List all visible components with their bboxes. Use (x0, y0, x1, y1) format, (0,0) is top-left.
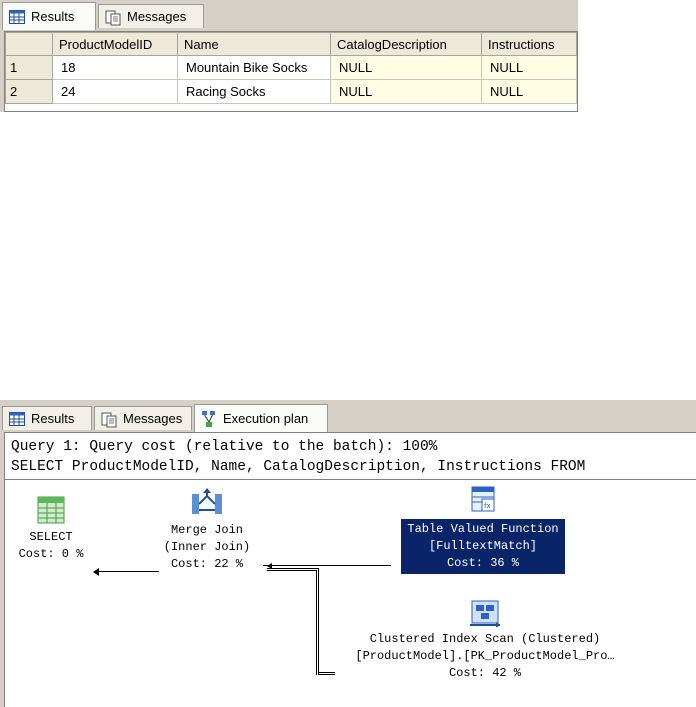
tab-messages[interactable]: Messages (98, 4, 204, 28)
execution-plan-icon (201, 410, 217, 428)
results-panel: Results Messages ProductModelID Name Cat… (0, 0, 578, 112)
merge-join-icon (190, 488, 224, 518)
node-label: Clustered Index Scan (Clustered) (369, 632, 601, 646)
grid-cell[interactable]: NULL (330, 55, 482, 80)
tab-label: Results (31, 9, 75, 24)
tab-label: Messages (127, 9, 187, 24)
node-sublabel: (Inner Join) (163, 540, 251, 554)
node-cost: Cost: 22 % (170, 557, 243, 571)
results-grid[interactable]: ProductModelID Name CatalogDescription I… (4, 31, 578, 112)
messages-icon (105, 10, 121, 25)
column-header[interactable]: ProductModelID (52, 32, 178, 56)
table-row: 1 18 Mountain Bike Socks NULL NULL (5, 55, 577, 80)
node-sublabel: [ProductModel].[PK_ProductModel_Pro… (355, 649, 615, 663)
edge-scan-to-merge-b (319, 672, 335, 675)
query-text-line: SELECT ProductModelID, Name, CatalogDesc… (11, 459, 586, 475)
grid-icon (9, 411, 25, 426)
row-number[interactable]: 2 (5, 79, 53, 104)
clustered-index-scan-icon (468, 597, 502, 628)
tab-label: Messages (123, 411, 183, 426)
grid-cell[interactable]: 18 (52, 55, 178, 80)
edge-merge-to-select (97, 571, 159, 572)
plan-node-clustered-index-scan[interactable]: Clustered Index Scan (Clustered) [Produc… (335, 597, 635, 682)
query-header: Query 1: Query cost (relative to the bat… (11, 437, 585, 477)
grid-cell[interactable]: NULL (481, 55, 577, 80)
query-cost-line: Query 1: Query cost (relative to the bat… (11, 439, 438, 455)
column-header[interactable]: Instructions (481, 32, 577, 56)
grid-icon (9, 9, 25, 24)
svg-text:fx: fx (484, 502, 491, 510)
row-number[interactable]: 1 (5, 55, 53, 80)
plan-node-merge-join[interactable]: Merge Join (Inner Join) Cost: 22 % (153, 488, 261, 573)
plan-tab-strip: Results Messages Execution plan (0, 400, 696, 432)
grid-cell[interactable]: NULL (481, 79, 577, 104)
grid-corner[interactable] (5, 32, 53, 56)
edge-scan-to-merge-a (267, 568, 319, 675)
node-cost: Cost: 0 % (18, 547, 84, 561)
tab-results[interactable]: Results (2, 2, 96, 30)
column-header[interactable]: Name (177, 32, 331, 56)
tab-messages[interactable]: Messages (94, 406, 192, 430)
arrow-head-icon (93, 568, 99, 576)
tab-results[interactable]: Results (2, 406, 92, 430)
grid-cell[interactable]: 24 (52, 79, 178, 104)
grid-cell[interactable]: Racing Socks (177, 79, 331, 104)
results-tab-strip: Results Messages (0, 0, 578, 30)
tab-execution-plan[interactable]: Execution plan (194, 404, 328, 432)
node-cost: Cost: 42 % (448, 666, 521, 680)
node-label: Table Valued Function (407, 522, 559, 536)
plan-node-table-valued-function[interactable]: fx Table Valued Function [FulltextMatch]… (391, 485, 575, 574)
node-sublabel: [FulltextMatch] (428, 539, 537, 553)
grid-header-row: ProductModelID Name CatalogDescription I… (5, 32, 577, 56)
tab-label: Results (31, 411, 75, 426)
edge-tvf-to-merge (263, 565, 391, 566)
node-label: Merge Join (170, 523, 243, 537)
node-cost: Cost: 36 % (446, 556, 519, 570)
column-header[interactable]: CatalogDescription (330, 32, 482, 56)
tab-label: Execution plan (223, 411, 309, 426)
grid-cell[interactable]: NULL (330, 79, 482, 104)
table-valued-function-icon: fx (466, 485, 500, 515)
header-divider (5, 479, 696, 480)
table-row: 2 24 Racing Socks NULL NULL (5, 79, 577, 104)
plan-node-select[interactable]: SELECT Cost: 0 % (13, 495, 89, 563)
plan-canvas[interactable]: Query 1: Query cost (relative to the bat… (4, 432, 696, 707)
select-icon (34, 495, 68, 525)
grid-cell[interactable]: Mountain Bike Socks (177, 55, 331, 80)
node-label: SELECT (29, 530, 73, 544)
messages-icon (101, 412, 117, 427)
execution-plan-panel: Results Messages Execution plan Query 1:… (0, 400, 696, 707)
node-selection-box: Table Valued Function [FulltextMatch] Co… (401, 519, 565, 574)
